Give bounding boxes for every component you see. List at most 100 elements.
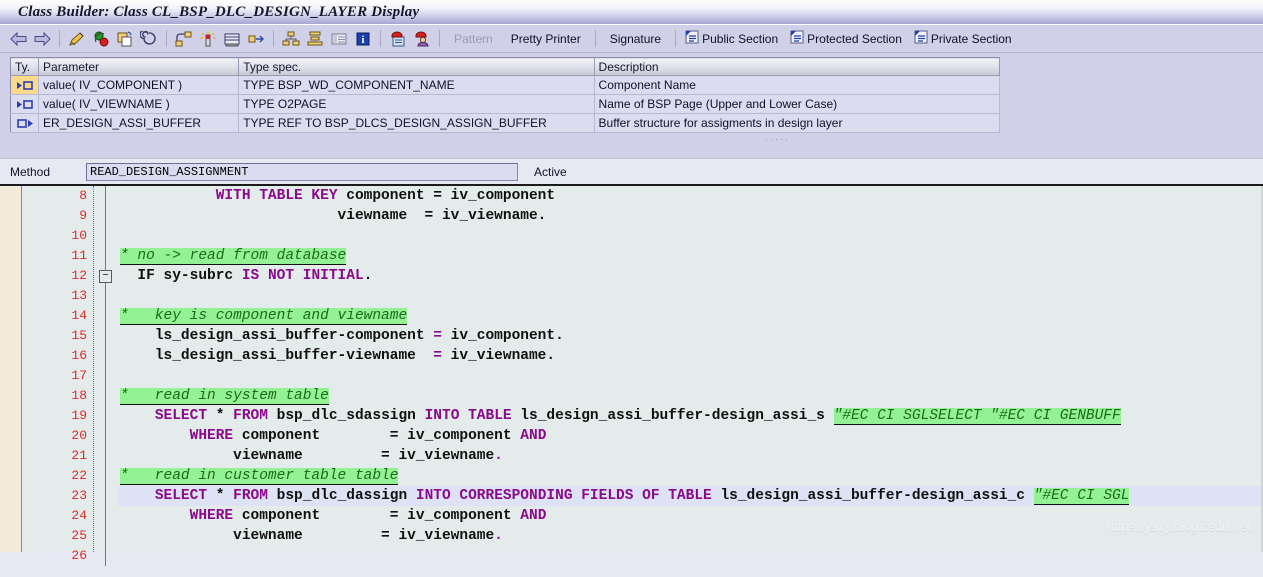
cell-type-spec[interactable]: TYPE O2PAGE (238, 94, 595, 114)
document-section-icon (685, 30, 699, 47)
cell-type-spec[interactable]: TYPE BSP_WD_COMPONENT_NAME (238, 75, 595, 95)
column-header-description[interactable]: Description (594, 57, 1001, 76)
line-number: 26 (71, 548, 87, 563)
private-section-button[interactable]: Private Section (910, 30, 1020, 47)
info-icon[interactable]: i (351, 27, 375, 51)
fold-collapse-box[interactable]: − (99, 270, 112, 283)
pattern-button[interactable]: Pattern (445, 32, 502, 46)
code-line[interactable]: * no -> read from database (118, 246, 1263, 266)
code-line[interactable]: SELECT * FROM bsp_dlc_dassign INTO CORRE… (118, 486, 1263, 506)
code-line[interactable]: * key is component and viewname (118, 306, 1263, 326)
code-line[interactable]: ls_design_assi_buffer-component = iv_com… (118, 326, 1263, 346)
code-line[interactable] (118, 226, 1263, 246)
column-header-ty[interactable]: Ty. (10, 57, 40, 76)
code-token-id: viewname = iv_viewname (233, 448, 495, 464)
cell-parameter[interactable]: value( IV_VIEWNAME ) (38, 94, 240, 114)
generate-icon[interactable] (196, 27, 220, 51)
code-line[interactable] (118, 366, 1263, 386)
importing-parameter-icon[interactable] (10, 75, 40, 95)
line-number: 23 (71, 488, 87, 503)
window-title: Class Builder: Class CL_BSP_DLC_DESIGN_L… (18, 3, 420, 20)
code-token-id: IF sy (137, 268, 181, 284)
expand-icon[interactable] (244, 27, 268, 51)
code-editor[interactable]: 8 9 10 11 12 13 14 15 16 17 18 19 20 21 22 23 24 25 26 − W… (0, 184, 1263, 566)
parameter-table: Ty. Parameter Type spec. Description value(… (10, 57, 1001, 133)
code-line[interactable]: SELECT * FROM bsp_dlc_sdassign INTO TABL… (118, 406, 1263, 426)
code-line[interactable] (118, 546, 1263, 552)
code-folding-column[interactable]: − (94, 186, 118, 566)
line-number: 21 (71, 448, 87, 463)
back-arrow-icon[interactable] (6, 27, 30, 51)
code-token-cm: * no -> read from database (120, 248, 347, 265)
user-lock-icon[interactable] (410, 27, 434, 51)
cell-parameter[interactable]: value( IV_COMPONENT ) (38, 75, 240, 95)
code-line[interactable]: * read in system table (118, 386, 1263, 406)
code-line[interactable] (118, 286, 1263, 306)
panel-splitter[interactable]: ····· (10, 133, 1259, 147)
line-number: 22 (71, 468, 87, 483)
display-object-list-icon[interactable] (220, 27, 244, 51)
cell-parameter[interactable]: ER_DESIGN_ASSI_BUFFER (38, 113, 240, 133)
code-token-id: ls_design_assi_buffer-design_assi_c (711, 488, 1034, 504)
code-line[interactable]: WHERE component = iv_component AND (118, 426, 1263, 446)
title-bar: Class Builder: Class CL_BSP_DLC_DESIGN_L… (0, 0, 1263, 25)
line-number: 18 (71, 388, 87, 403)
cell-description[interactable]: Buffer structure for assigments in desig… (594, 113, 1001, 133)
table-row[interactable]: value( IV_COMPONENT ) TYPE BSP_WD_COMPONE… (10, 75, 1001, 95)
where-used-icon[interactable] (137, 27, 161, 51)
code-token-id: bsp_dlc_sdassign (267, 408, 425, 424)
code-line[interactable]: IF sy-subrc IS NOT INITIAL. (118, 266, 1263, 286)
cell-type-spec[interactable]: TYPE REF TO BSP_DLCS_DESIGN_ASSIGN_BUFFE… (238, 113, 595, 133)
check-syntax-icon[interactable] (65, 27, 89, 51)
public-section-button[interactable]: Public Section (681, 30, 786, 47)
code-token-id: subrc (189, 268, 242, 284)
toolbar-separator (439, 30, 440, 47)
forward-arrow-icon[interactable] (30, 27, 54, 51)
activate-icon[interactable] (89, 27, 113, 51)
class-hierarchy-icon[interactable] (279, 27, 303, 51)
copy-object-icon[interactable] (113, 27, 137, 51)
pretty-printer-button[interactable]: Pretty Printer (502, 32, 590, 46)
code-token-id: component = iv_component (337, 188, 556, 204)
code-token-id: viewname = iv_viewname (233, 528, 495, 544)
line-number: 15 (71, 328, 87, 343)
class-builder-window: Class Builder: Class CL_BSP_DLC_DESIGN_L… (0, 0, 1263, 577)
column-header-type-spec[interactable]: Type spec. (238, 57, 595, 76)
code-line[interactable]: ls_design_assi_buffer-viewname = iv_view… (118, 346, 1263, 366)
table-icon[interactable] (327, 27, 351, 51)
stack-icon[interactable] (303, 27, 327, 51)
column-header-parameter[interactable]: Parameter (38, 57, 240, 76)
code-token-id: * (207, 408, 234, 424)
protected-section-button[interactable]: Protected Section (786, 30, 910, 47)
toolbar-separator (594, 30, 596, 47)
code-line[interactable]: viewname = iv_viewname. (118, 526, 1263, 546)
main-toolbar: i Pattern Pretty Printer Signature Publi… (0, 25, 1263, 53)
splitter-grip: ····· (765, 134, 790, 144)
code-token-cm: * read in system table (120, 388, 329, 405)
exporting-parameter-icon[interactable] (10, 113, 40, 133)
method-name-input[interactable]: READ_DESIGN_ASSIGNMENT (86, 162, 518, 181)
importing-parameter-icon[interactable] (10, 94, 40, 114)
code-token-kw: IS NOT INITIAL (241, 268, 364, 284)
table-row[interactable]: value( IV_VIEWNAME ) TYPE O2PAGE Name of B… (10, 94, 1001, 114)
code-area[interactable]: WITH TABLE KEY component = iv_component … (118, 186, 1263, 552)
cell-description[interactable]: Component Name (594, 75, 1001, 95)
navigate-icon[interactable] (172, 27, 196, 51)
code-token-kw: . (494, 528, 503, 544)
table-row[interactable]: ER_DESIGN_ASSI_BUFFER TYPE REF TO BSP_DLC… (10, 113, 1001, 133)
line-number: 8 (79, 188, 87, 203)
line-number: 10 (71, 228, 87, 243)
code-line[interactable]: WHERE component = iv_component AND (118, 506, 1263, 526)
code-line[interactable]: * read in customer table table (118, 466, 1263, 486)
code-line[interactable]: viewname = iv_viewname. (118, 206, 1263, 226)
code-line[interactable]: viewname = iv_viewname. (118, 446, 1263, 466)
cell-description[interactable]: Name of BSP Page (Upper and Lower Case) (594, 94, 1001, 114)
signature-button[interactable]: Signature (601, 32, 670, 46)
document-section-icon (914, 30, 928, 47)
display-change-icon[interactable] (386, 27, 410, 51)
toolbar-separator (59, 30, 60, 47)
code-line[interactable]: WITH TABLE KEY component = iv_component (118, 186, 1263, 206)
